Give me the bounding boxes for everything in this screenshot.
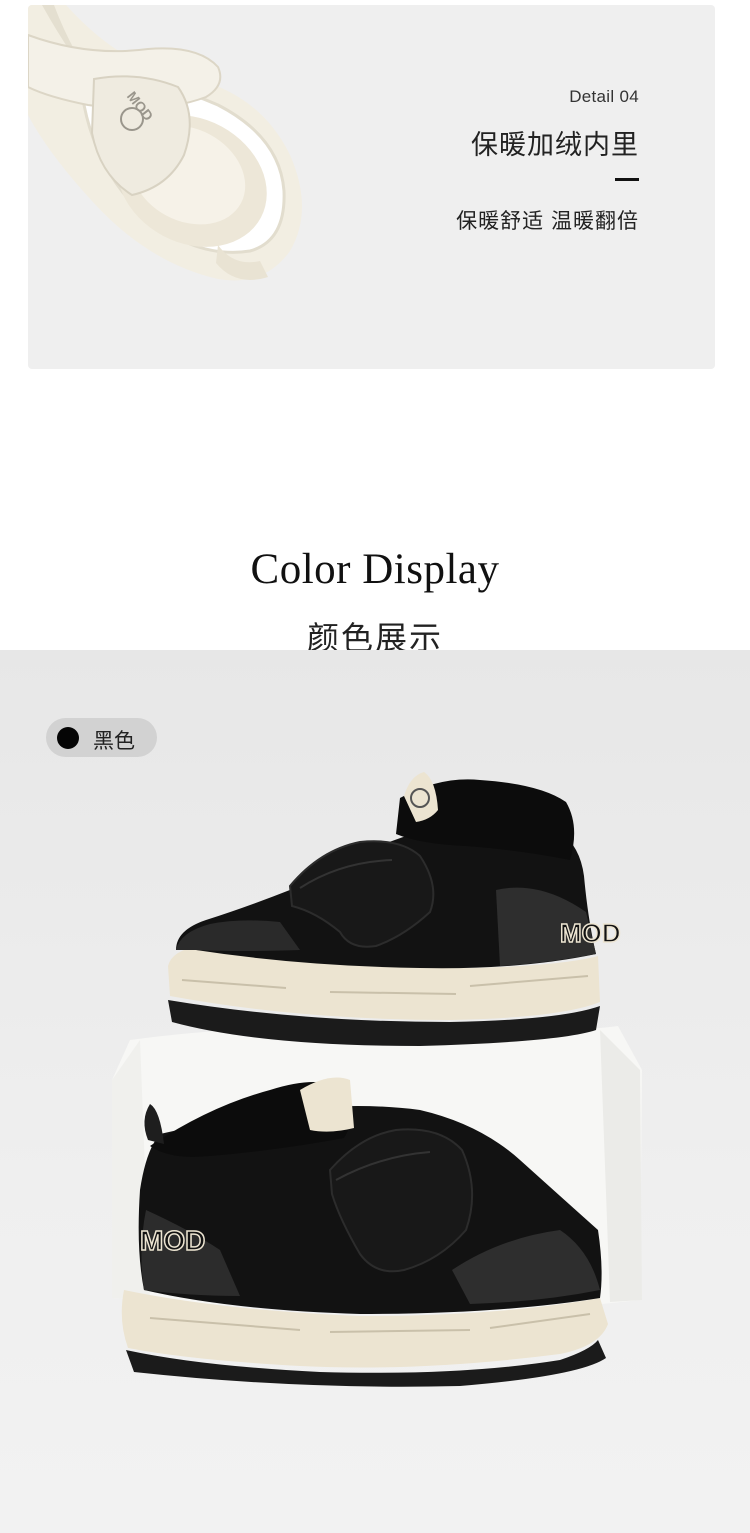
color-swatch-black[interactable]: 黑色 (46, 718, 157, 757)
color-dot-icon (57, 727, 79, 749)
shoe-logo-top: MOD (560, 918, 621, 948)
detail-description: 保暖舒适 温暖翻倍 (456, 210, 639, 233)
shoe-top: MOD (168, 772, 621, 1046)
detail-card: MOD Detail 04 保暖加绒内里 保暖舒适 温暖翻倍 (28, 5, 715, 369)
swatch-label: 黑色 (93, 730, 135, 753)
detail-label: Detail 04 (569, 87, 639, 106)
shoe-logo-bottom: MOD (140, 1225, 205, 1256)
black-shoes-image: MOD MOD (112, 772, 642, 1387)
detail-title: 保暖加绒内里 (471, 130, 639, 160)
detail-divider (615, 178, 639, 181)
fleece-lining-image: MOD (28, 5, 302, 281)
section-title-en: Color Display (250, 546, 500, 593)
